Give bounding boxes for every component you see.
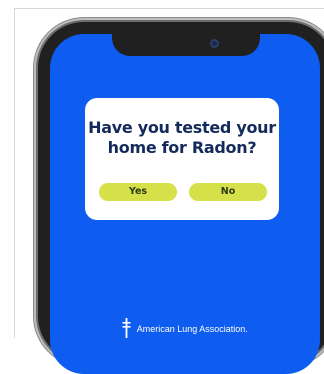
survey-card: Have you tested your home for Radon? Yes… bbox=[85, 98, 279, 220]
brand-footer: American Lung Association. bbox=[50, 318, 320, 340]
yes-button[interactable]: Yes bbox=[99, 183, 177, 201]
front-camera-icon bbox=[210, 39, 219, 48]
phone-silent-switch bbox=[33, 74, 37, 92]
no-button[interactable]: No bbox=[189, 183, 267, 201]
phone-notch bbox=[112, 34, 260, 56]
survey-question: Have you tested your home for Radon? bbox=[88, 118, 276, 157]
phone-screen: Have you tested your home for Radon? Yes… bbox=[50, 34, 320, 374]
double-barred-cross-icon bbox=[122, 318, 131, 340]
phone-volume-up-button bbox=[33, 104, 37, 138]
phone-mockup: Have you tested your home for Radon? Yes… bbox=[38, 22, 324, 374]
phone-volume-down-button bbox=[33, 146, 37, 180]
brand-name: American Lung Association. bbox=[136, 324, 248, 334]
